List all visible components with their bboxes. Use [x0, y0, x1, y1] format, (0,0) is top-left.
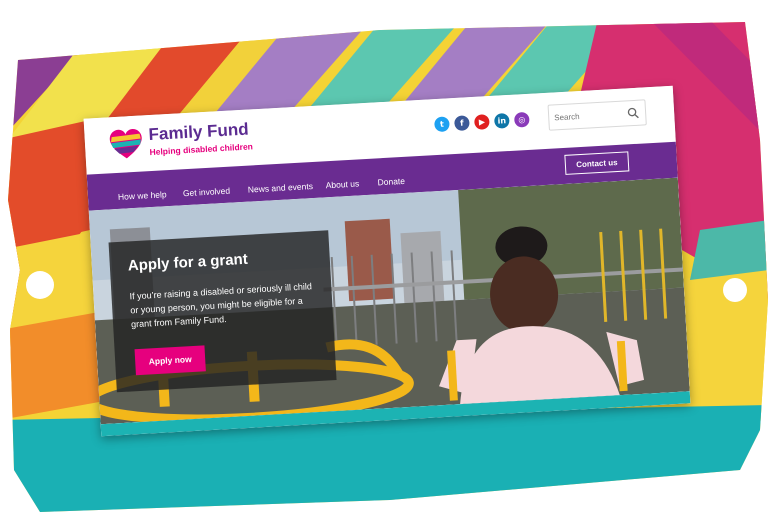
search-icon[interactable] — [627, 107, 640, 120]
website-preview: Family Fund Helping disabled children t … — [83, 85, 691, 437]
nav-item-how-we-help[interactable]: How we help — [118, 189, 167, 202]
twitter-icon[interactable]: t — [434, 116, 450, 133]
contact-us-button[interactable]: Contact us — [564, 151, 630, 175]
nav-item-news-and-events[interactable]: News and events — [248, 181, 314, 195]
search-input[interactable] — [548, 101, 627, 130]
social-links: t f ▶ in ◎ — [434, 111, 530, 133]
promo-title: Apply for a grant — [127, 250, 249, 275]
promo-description: If you’re raising a disabled or seriousl… — [129, 281, 313, 330]
brand-name[interactable]: Family Fund — [148, 120, 249, 146]
nav-item-get-involved[interactable]: Get involved — [183, 186, 231, 199]
instagram-icon[interactable]: ◎ — [513, 111, 530, 128]
grant-promo-panel: Apply for a grant If you’re raising a di… — [108, 230, 337, 393]
facebook-icon[interactable]: f — [454, 115, 470, 132]
nav-item-donate[interactable]: Donate — [377, 176, 405, 188]
nav-item-about-us[interactable]: About us — [325, 178, 359, 190]
search-box — [547, 99, 647, 131]
youtube-icon[interactable]: ▶ — [473, 114, 490, 130]
linkedin-icon[interactable]: in — [493, 112, 510, 129]
apply-now-button[interactable]: Apply now — [134, 345, 206, 376]
heart-logo-icon — [109, 129, 142, 159]
